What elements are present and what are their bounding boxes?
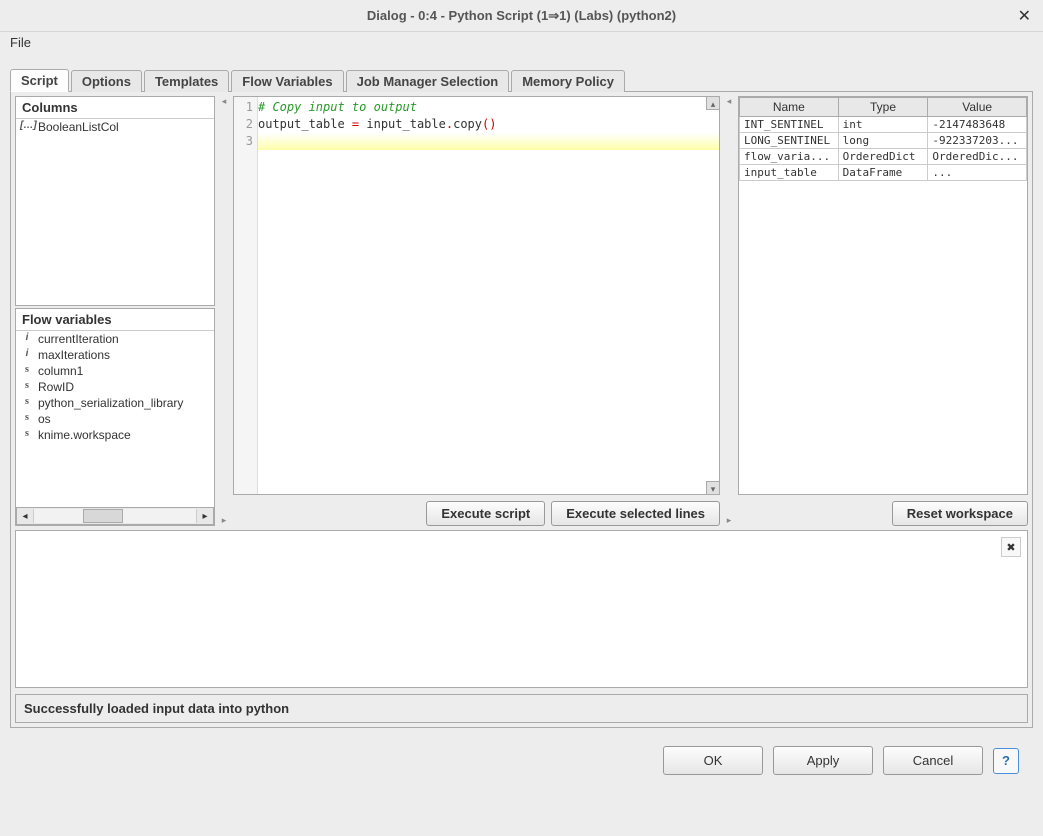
- collapse-right-icon[interactable]: ◂: [727, 96, 732, 107]
- flowvars-list[interactable]: icurrentIteration imaxIterations scolumn…: [16, 331, 214, 507]
- expand-right-icon[interactable]: ▸: [222, 515, 227, 526]
- list-item[interactable]: sos: [16, 411, 214, 427]
- tab-script[interactable]: Script: [10, 69, 69, 92]
- string-icon: s: [20, 412, 34, 426]
- editor-gutter: 123: [234, 97, 258, 494]
- scroll-track[interactable]: [33, 509, 197, 523]
- apply-button[interactable]: Apply: [773, 746, 873, 775]
- tab-bar: Script Options Templates Flow Variables …: [10, 68, 1033, 92]
- columns-header: Columns: [16, 97, 214, 119]
- tab-options[interactable]: Options: [71, 70, 142, 92]
- list-item[interactable]: scolumn1: [16, 363, 214, 379]
- scroll-down-icon[interactable]: ▾: [706, 481, 720, 495]
- tab-memory-policy[interactable]: Memory Policy: [511, 70, 625, 92]
- clear-console-icon[interactable]: ✖: [1001, 537, 1021, 557]
- dialog-button-bar: OK Apply Cancel ?: [10, 728, 1033, 793]
- list-item[interactable]: sknime.workspace: [16, 427, 214, 443]
- workspace-table[interactable]: Name Type Value INT_SENTINELint-21474836…: [738, 96, 1028, 495]
- execute-script-button[interactable]: Execute script: [426, 501, 545, 526]
- scroll-up-icon[interactable]: ▴: [706, 96, 720, 110]
- titlebar: Dialog - 0:4 - Python Script (1⇒1) (Labs…: [0, 0, 1043, 32]
- close-icon[interactable]: ✕: [1018, 6, 1031, 26]
- col-value[interactable]: Value: [928, 98, 1027, 117]
- console-output[interactable]: ✖: [15, 530, 1028, 688]
- string-icon: s: [20, 364, 34, 378]
- tab-page-script: Columns […] BooleanListCol Flow variable…: [10, 92, 1033, 728]
- scroll-thumb[interactable]: [83, 509, 123, 523]
- tab-templates[interactable]: Templates: [144, 70, 229, 92]
- table-header-row: Name Type Value: [740, 98, 1027, 117]
- collapse-left-icon[interactable]: ◂: [222, 96, 227, 107]
- table-row[interactable]: LONG_SENTINELlong-922337203...: [740, 133, 1027, 149]
- tab-job-manager[interactable]: Job Manager Selection: [346, 70, 510, 92]
- expand-left-icon[interactable]: ▸: [727, 515, 732, 526]
- tab-flow-variables[interactable]: Flow Variables: [231, 70, 343, 92]
- int-icon: i: [20, 348, 34, 362]
- list-item[interactable]: […] BooleanListCol: [16, 119, 214, 135]
- h-scrollbar[interactable]: ◂ ▸: [16, 507, 214, 525]
- list-item[interactable]: sRowID: [16, 379, 214, 395]
- string-icon: s: [20, 396, 34, 410]
- int-icon: i: [20, 332, 34, 346]
- splitter-left[interactable]: ◂ ▸: [221, 96, 227, 526]
- menubar: File: [0, 32, 1043, 56]
- code-editor[interactable]: ▴ ▾ 123 # Copy input to output output_ta…: [233, 96, 720, 495]
- table-row[interactable]: flow_varia...OrderedDictOrderedDic...: [740, 149, 1027, 165]
- ok-button[interactable]: OK: [663, 746, 763, 775]
- scroll-left-icon[interactable]: ◂: [17, 511, 33, 522]
- window-title: Dialog - 0:4 - Python Script (1⇒1) (Labs…: [367, 8, 676, 24]
- flowvars-header: Flow variables: [16, 309, 214, 331]
- table-row[interactable]: input_tableDataFrame ...: [740, 165, 1027, 181]
- string-icon: s: [20, 380, 34, 394]
- col-type[interactable]: Type: [838, 98, 928, 117]
- editor-content[interactable]: # Copy input to output output_table = in…: [258, 97, 719, 494]
- list-item[interactable]: icurrentIteration: [16, 331, 214, 347]
- help-button[interactable]: ?: [993, 748, 1019, 774]
- scroll-right-icon[interactable]: ▸: [197, 511, 213, 522]
- columns-list[interactable]: […] BooleanListCol: [16, 119, 214, 305]
- columns-panel: Columns […] BooleanListCol: [15, 96, 215, 306]
- column-type-icon: […]: [20, 120, 34, 134]
- cancel-button[interactable]: Cancel: [883, 746, 983, 775]
- string-icon: s: [20, 428, 34, 442]
- execute-selected-button[interactable]: Execute selected lines: [551, 501, 720, 526]
- status-text: Successfully loaded input data into pyth…: [24, 701, 289, 716]
- column-name: BooleanListCol: [38, 120, 119, 134]
- col-name[interactable]: Name: [740, 98, 839, 117]
- menu-file[interactable]: File: [10, 35, 31, 50]
- list-item[interactable]: imaxIterations: [16, 347, 214, 363]
- list-item[interactable]: spython_serialization_library: [16, 395, 214, 411]
- status-bar: Successfully loaded input data into pyth…: [15, 694, 1028, 723]
- flow-variables-panel: Flow variables icurrentIteration imaxIte…: [15, 308, 215, 526]
- table-row[interactable]: INT_SENTINELint-2147483648: [740, 117, 1027, 133]
- reset-workspace-button[interactable]: Reset workspace: [892, 501, 1028, 526]
- splitter-right[interactable]: ◂ ▸: [726, 96, 732, 526]
